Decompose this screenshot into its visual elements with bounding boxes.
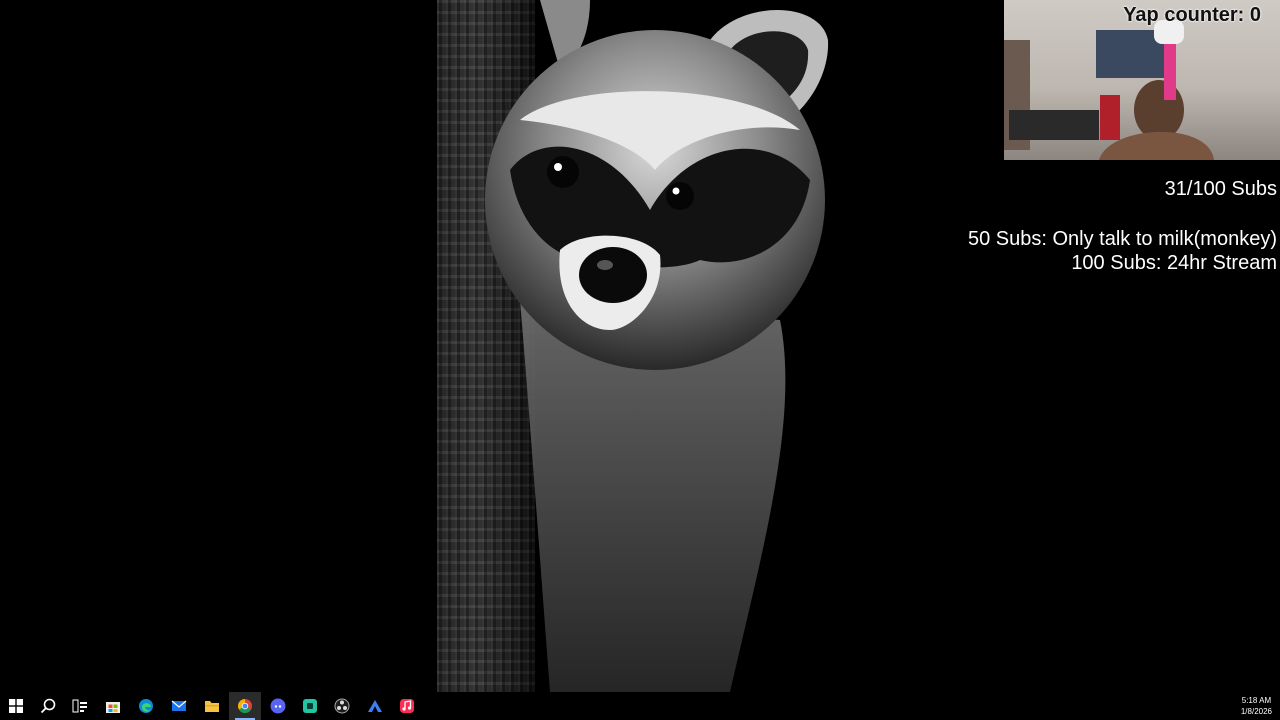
- taskbar-item-store[interactable]: [97, 692, 129, 720]
- taskbar-item-obs[interactable]: [326, 692, 358, 720]
- taskbar-item-mail[interactable]: [163, 692, 195, 720]
- taskbar-item-music[interactable]: [391, 692, 423, 720]
- edge-icon: [139, 699, 153, 713]
- taskbar-item-chrome[interactable]: [229, 692, 261, 720]
- taskbar-item-app-teal[interactable]: [294, 692, 326, 720]
- clock-time: 5:18 AM: [1241, 696, 1272, 705]
- search-button[interactable]: [32, 692, 64, 720]
- blue-app-icon: [368, 700, 382, 712]
- teal-app-icon: [303, 699, 317, 713]
- folder-icon: [205, 701, 219, 712]
- taskbar: 5:18 AM 1/8/2026: [0, 692, 1280, 720]
- system-clock[interactable]: 5:18 AM 1/8/2026: [1241, 695, 1272, 717]
- obs-icon: [334, 698, 350, 714]
- webcam-feed: Yap counter: 0: [1004, 0, 1280, 160]
- taskbar-item-edge[interactable]: [130, 692, 162, 720]
- task-view-icon: [72, 699, 87, 713]
- taskbar-item-discord[interactable]: [262, 692, 294, 720]
- task-view-button[interactable]: [64, 692, 96, 720]
- taskbar-item-file-explorer[interactable]: [196, 692, 228, 720]
- goal-100-subs: 100 Subs: 24hr Stream: [1071, 252, 1277, 274]
- mail-icon: [171, 700, 187, 711]
- discord-icon: [270, 698, 286, 714]
- taskbar-item-app-blue[interactable]: [359, 692, 391, 720]
- clock-date: 1/8/2026: [1240, 707, 1272, 716]
- yap-counter: Yap counter: 0: [1123, 4, 1261, 26]
- apple-music-icon: [400, 699, 414, 713]
- search-icon: [40, 698, 56, 714]
- windows-logo-icon: [9, 699, 23, 713]
- raccoon-image: [485, 0, 829, 692]
- start-button[interactable]: [0, 692, 32, 720]
- microsoft-store-icon: [106, 702, 120, 713]
- goal-50-subs: 50 Subs: Only talk to milk(monkey): [968, 228, 1277, 250]
- subs-progress: 31/100 Subs: [1164, 178, 1277, 200]
- chrome-icon: [238, 699, 252, 713]
